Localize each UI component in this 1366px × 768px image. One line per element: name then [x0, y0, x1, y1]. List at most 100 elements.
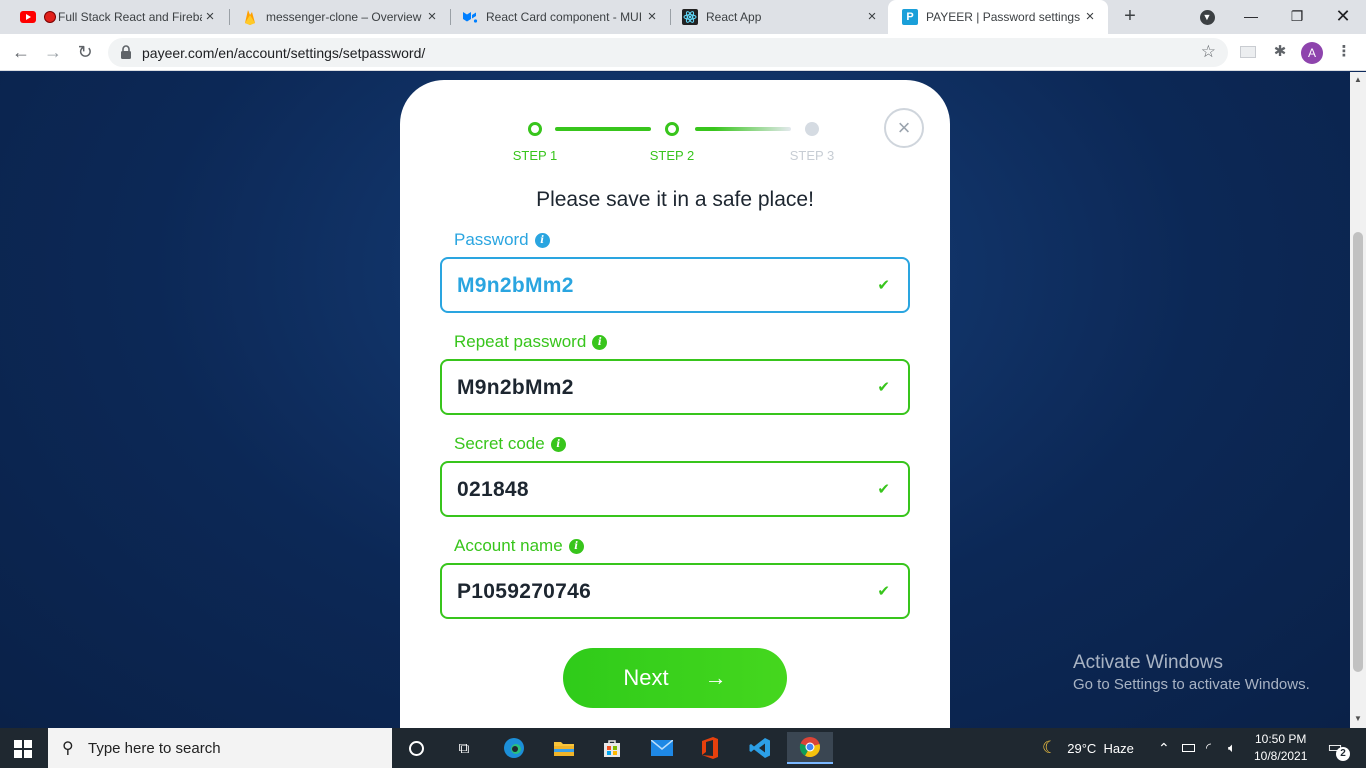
url-text: payeer.com/en/account/settings/setpasswo…: [142, 45, 426, 61]
chevron-down-icon: ▼: [1199, 9, 1215, 25]
payeer-icon: P: [902, 9, 918, 25]
watermark-subtitle: Go to Settings to activate Windows.: [1073, 676, 1310, 693]
search-icon: ⚲: [62, 740, 74, 757]
step-2-dot: [665, 122, 679, 136]
repeat-password-label: Repeat password i: [454, 332, 608, 352]
tab-title: React App: [706, 10, 762, 24]
check-icon: ✔: [877, 481, 890, 498]
extensions-puzzle-icon[interactable]: ✱: [1269, 41, 1291, 63]
reload-button[interactable]: ↻: [72, 39, 98, 65]
forward-button[interactable]: →: [40, 39, 66, 65]
extension-tile-icon[interactable]: [1237, 41, 1259, 63]
field-label-text: Secret code: [454, 434, 545, 453]
password-field[interactable]: M9n2bMm2 ✔: [440, 257, 910, 313]
address-bar[interactable]: payeer.com/en/account/settings/setpasswo…: [108, 38, 1228, 67]
react-icon: [682, 9, 698, 25]
browser-tab-strip: Full Stack React and Fireba × messenger-…: [0, 0, 1366, 34]
check-icon: ✔: [877, 277, 890, 294]
page-scrollbar[interactable]: ▲ ▼: [1350, 72, 1366, 728]
weather-widget[interactable]: ☾ 29°C Haze: [1042, 728, 1134, 768]
back-button[interactable]: ←: [8, 39, 34, 65]
arrow-right-icon: →: [44, 42, 62, 62]
taskbar-search-input[interactable]: ⚲ Type here to search: [48, 728, 392, 768]
tab-close-icon[interactable]: ×: [864, 9, 880, 25]
notification-center-button[interactable]: ▭ 2: [1322, 737, 1350, 761]
office-icon[interactable]: [690, 732, 730, 764]
wifi-icon[interactable]: ◜: [1206, 728, 1211, 768]
info-icon[interactable]: i: [568, 538, 584, 554]
volume-icon[interactable]: 🔈︎: [1228, 728, 1236, 768]
field-label-text: Account name: [454, 536, 563, 555]
scroll-up-icon[interactable]: ▲: [1353, 75, 1363, 84]
tab-close-icon[interactable]: ×: [202, 9, 218, 25]
stepper: STEP 1 STEP 2 STEP 3: [500, 120, 840, 170]
windows-start-icon[interactable]: [14, 740, 32, 758]
mui-icon: [462, 9, 478, 25]
cortana-icon[interactable]: [396, 732, 436, 764]
tab-search-button[interactable]: ▼: [1184, 0, 1230, 34]
tab-youtube[interactable]: Full Stack React and Fireba ×: [6, 0, 228, 34]
tab-close-icon[interactable]: ×: [1082, 9, 1098, 25]
file-explorer-icon[interactable]: [544, 732, 584, 764]
new-tab-button[interactable]: +: [1118, 5, 1142, 29]
scrollbar-thumb[interactable]: [1353, 232, 1363, 672]
chevron-up-icon: ⌃: [1158, 739, 1170, 756]
secret-code-field[interactable]: 021848 ✔: [440, 461, 910, 517]
weather-text: 29°C Haze: [1067, 740, 1134, 756]
secret-code-label: Secret code i: [454, 434, 566, 454]
account-name-value: P1059270746: [457, 580, 592, 603]
tab-react-app[interactable]: React App ×: [668, 0, 890, 34]
bookmark-star-icon[interactable]: ☆: [1201, 42, 1216, 62]
task-view-icon[interactable]: ⧉: [444, 732, 484, 764]
tab-title: Full Stack React and Fireba: [58, 10, 202, 24]
scroll-down-icon[interactable]: ▼: [1353, 714, 1363, 723]
tab-firebase[interactable]: messenger-clone – Overview ×: [228, 0, 450, 34]
vscode-icon[interactable]: [740, 732, 780, 764]
tab-close-icon[interactable]: ×: [424, 9, 440, 25]
tab-close-icon[interactable]: ×: [644, 9, 660, 25]
account-name-field[interactable]: P1059270746 ✔: [440, 563, 910, 619]
password-label: Password i: [454, 230, 550, 250]
field-label-text: Repeat password: [454, 332, 587, 351]
info-icon[interactable]: i: [550, 436, 566, 452]
info-icon[interactable]: i: [534, 232, 550, 248]
profile-avatar[interactable]: A: [1301, 42, 1323, 64]
restore-button[interactable]: ❐: [1274, 0, 1320, 34]
tab-payeer[interactable]: P PAYEER | Password settings ×: [888, 0, 1108, 34]
check-icon: ✔: [877, 583, 890, 600]
search-placeholder: Type here to search: [88, 740, 221, 757]
battery-icon[interactable]: [1182, 728, 1195, 768]
check-icon: ✔: [877, 379, 890, 396]
activate-windows-watermark: Activate Windows Go to Settings to activ…: [1073, 652, 1310, 693]
field-label-text: Password: [454, 230, 529, 249]
show-hidden-icons-button[interactable]: ⌃: [1158, 728, 1170, 768]
moon-cloud-icon: ☾: [1042, 738, 1058, 757]
step-connector: [555, 127, 651, 131]
browser-toolbar: ← → ↻ payeer.com/en/account/settings/set…: [0, 34, 1366, 71]
password-value: M9n2bMm2: [457, 274, 574, 297]
microsoft-store-icon[interactable]: [592, 732, 632, 764]
tab-mui[interactable]: React Card component - MUI ×: [448, 0, 670, 34]
step-connector: [695, 127, 791, 131]
chrome-icon[interactable]: [787, 732, 833, 764]
recording-icon: [44, 11, 56, 23]
taskbar-clock[interactable]: 10:50 PM 10/8/2021: [1254, 731, 1307, 765]
close-button[interactable]: ×: [884, 108, 924, 148]
minimize-button[interactable]: —: [1228, 0, 1274, 34]
edge-icon[interactable]: [494, 732, 534, 764]
mail-icon[interactable]: [642, 732, 682, 764]
close-window-button[interactable]: ✕: [1320, 0, 1366, 34]
page-title: Please save it in a safe place!: [536, 188, 814, 211]
next-button-label: Next: [623, 665, 669, 690]
repeat-password-field[interactable]: M9n2bMm2 ✔: [440, 359, 910, 415]
close-icon: ×: [897, 115, 911, 140]
watermark-title: Activate Windows: [1073, 652, 1223, 673]
repeat-password-value: M9n2bMm2: [457, 376, 574, 399]
step-2-label: STEP 2: [649, 148, 695, 163]
next-button[interactable]: Next →: [563, 648, 787, 708]
kebab-menu-icon[interactable]: ⋮: [1333, 41, 1355, 63]
step-1-dot: [528, 122, 542, 136]
info-icon[interactable]: i: [592, 334, 608, 350]
clock-date: 10/8/2021: [1254, 749, 1308, 763]
youtube-icon: [20, 9, 36, 25]
